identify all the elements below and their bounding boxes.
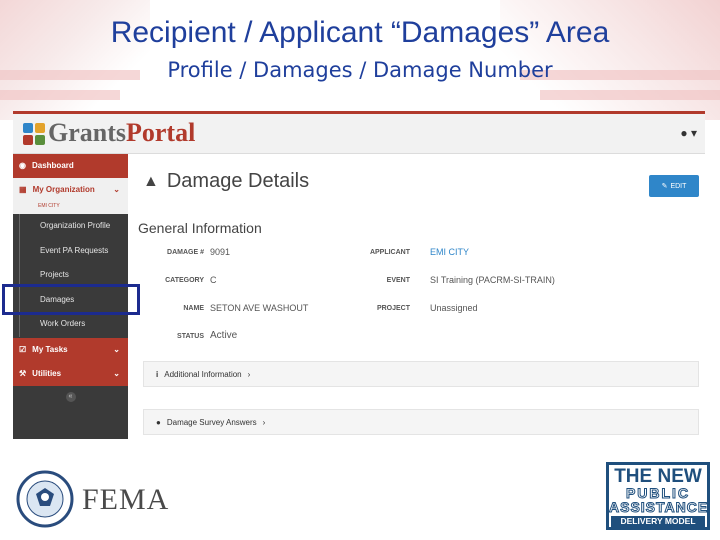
damages-highlight-box <box>2 284 140 315</box>
accordion-damage-survey-answers[interactable]: ● Damage Survey Answers › <box>143 409 699 435</box>
dashboard-icon: ◉ <box>19 161 26 170</box>
main-content: ▲ Damage Details ✎ EDIT General Informat… <box>128 154 705 439</box>
dhs-seal-icon <box>16 470 74 528</box>
sidebar-item-utilities[interactable]: ⚒ Utilities ⌄ <box>13 361 128 386</box>
caret-down-icon: ▾ <box>690 126 697 140</box>
page-title: ▲ Damage Details <box>143 170 310 192</box>
section-title-general-information: General Information <box>138 220 262 236</box>
info-icon: i <box>156 369 159 379</box>
project-label: PROJECT <box>376 305 410 312</box>
comment-icon: ● <box>156 417 161 427</box>
grants-portal-screenshot: GrantsPortal ● ▾ ◉ Dashboard ▦ My Organi… <box>13 111 705 439</box>
building-icon: ▦ <box>19 185 27 194</box>
slide-subtitle: Profile / Damages / Damage Number <box>167 58 553 82</box>
grants-portal-logo-icon <box>23 123 45 145</box>
chevron-down-icon: ⌄ <box>113 185 120 194</box>
flag-stripe <box>0 90 120 100</box>
category-value: C <box>210 275 217 285</box>
grants-portal-logo-text[interactable]: GrantsPortal <box>48 118 195 148</box>
name-label: NAME <box>183 305 204 312</box>
user-menu-button[interactable]: ● ▾ <box>680 126 697 140</box>
applicant-link[interactable]: EMI CITY <box>430 247 469 257</box>
status-value: Active <box>210 330 238 341</box>
pencil-icon: ✎ <box>661 183 668 190</box>
damage-number-label: DAMAGE # <box>167 249 204 256</box>
sidebar-item-work-orders[interactable]: Work Orders <box>19 312 128 337</box>
fema-logo-text: FEMA <box>82 483 170 516</box>
wrench-icon: ⚒ <box>19 368 27 378</box>
sidebar-item-my-organization[interactable]: ▦ My Organization ⌄ <box>13 178 128 202</box>
status-label: STATUS <box>177 333 204 340</box>
sidebar-item-event-pa-requests[interactable]: Event PA Requests <box>19 238 128 263</box>
flag-stripe <box>540 90 720 100</box>
chevron-right-icon: › <box>262 417 266 427</box>
event-value: SI Training (PACRM-SI-TRAIN) <box>430 275 555 285</box>
applicant-label: APPLICANT <box>369 249 410 256</box>
accordion-additional-information[interactable]: i Additional Information › <box>143 361 699 387</box>
sidebar-org-block: ▦ My Organization ⌄ EMI CITY <box>13 178 128 214</box>
event-label: EVENT <box>386 277 410 284</box>
sidebar-item-organization-profile[interactable]: Organization Profile <box>19 214 128 239</box>
top-navbar: GrantsPortal ● ▾ <box>13 114 705 154</box>
sidebar-item-dashboard[interactable]: ◉ Dashboard <box>13 154 128 178</box>
slide-title: Recipient / Applicant “Damages” Area <box>110 16 610 49</box>
new-pa-delivery-model-logo: THE NEW PUBLIC ASSISTANCE DELIVERY MODEL <box>606 462 710 530</box>
damage-number-value: 9091 <box>210 247 231 257</box>
project-value: Unassigned <box>430 303 478 313</box>
chevron-down-icon: ⌄ <box>113 368 120 378</box>
name-value: SETON AVE WASHOUT <box>210 303 309 313</box>
collapse-sidebar-icon[interactable]: « <box>65 391 76 402</box>
sidebar-item-my-tasks[interactable]: ☑ My Tasks ⌄ <box>13 337 128 362</box>
check-square-icon: ☑ <box>19 344 27 354</box>
edit-button[interactable]: ✎ EDIT <box>649 175 699 197</box>
category-label: CATEGORY <box>165 277 204 284</box>
chevron-right-icon: › <box>247 369 251 379</box>
sidebar-org-name: EMI CITY <box>38 203 60 209</box>
user-icon: ● <box>680 126 688 140</box>
road-icon: ▲ <box>143 172 159 190</box>
chevron-down-icon: ⌄ <box>113 344 120 354</box>
